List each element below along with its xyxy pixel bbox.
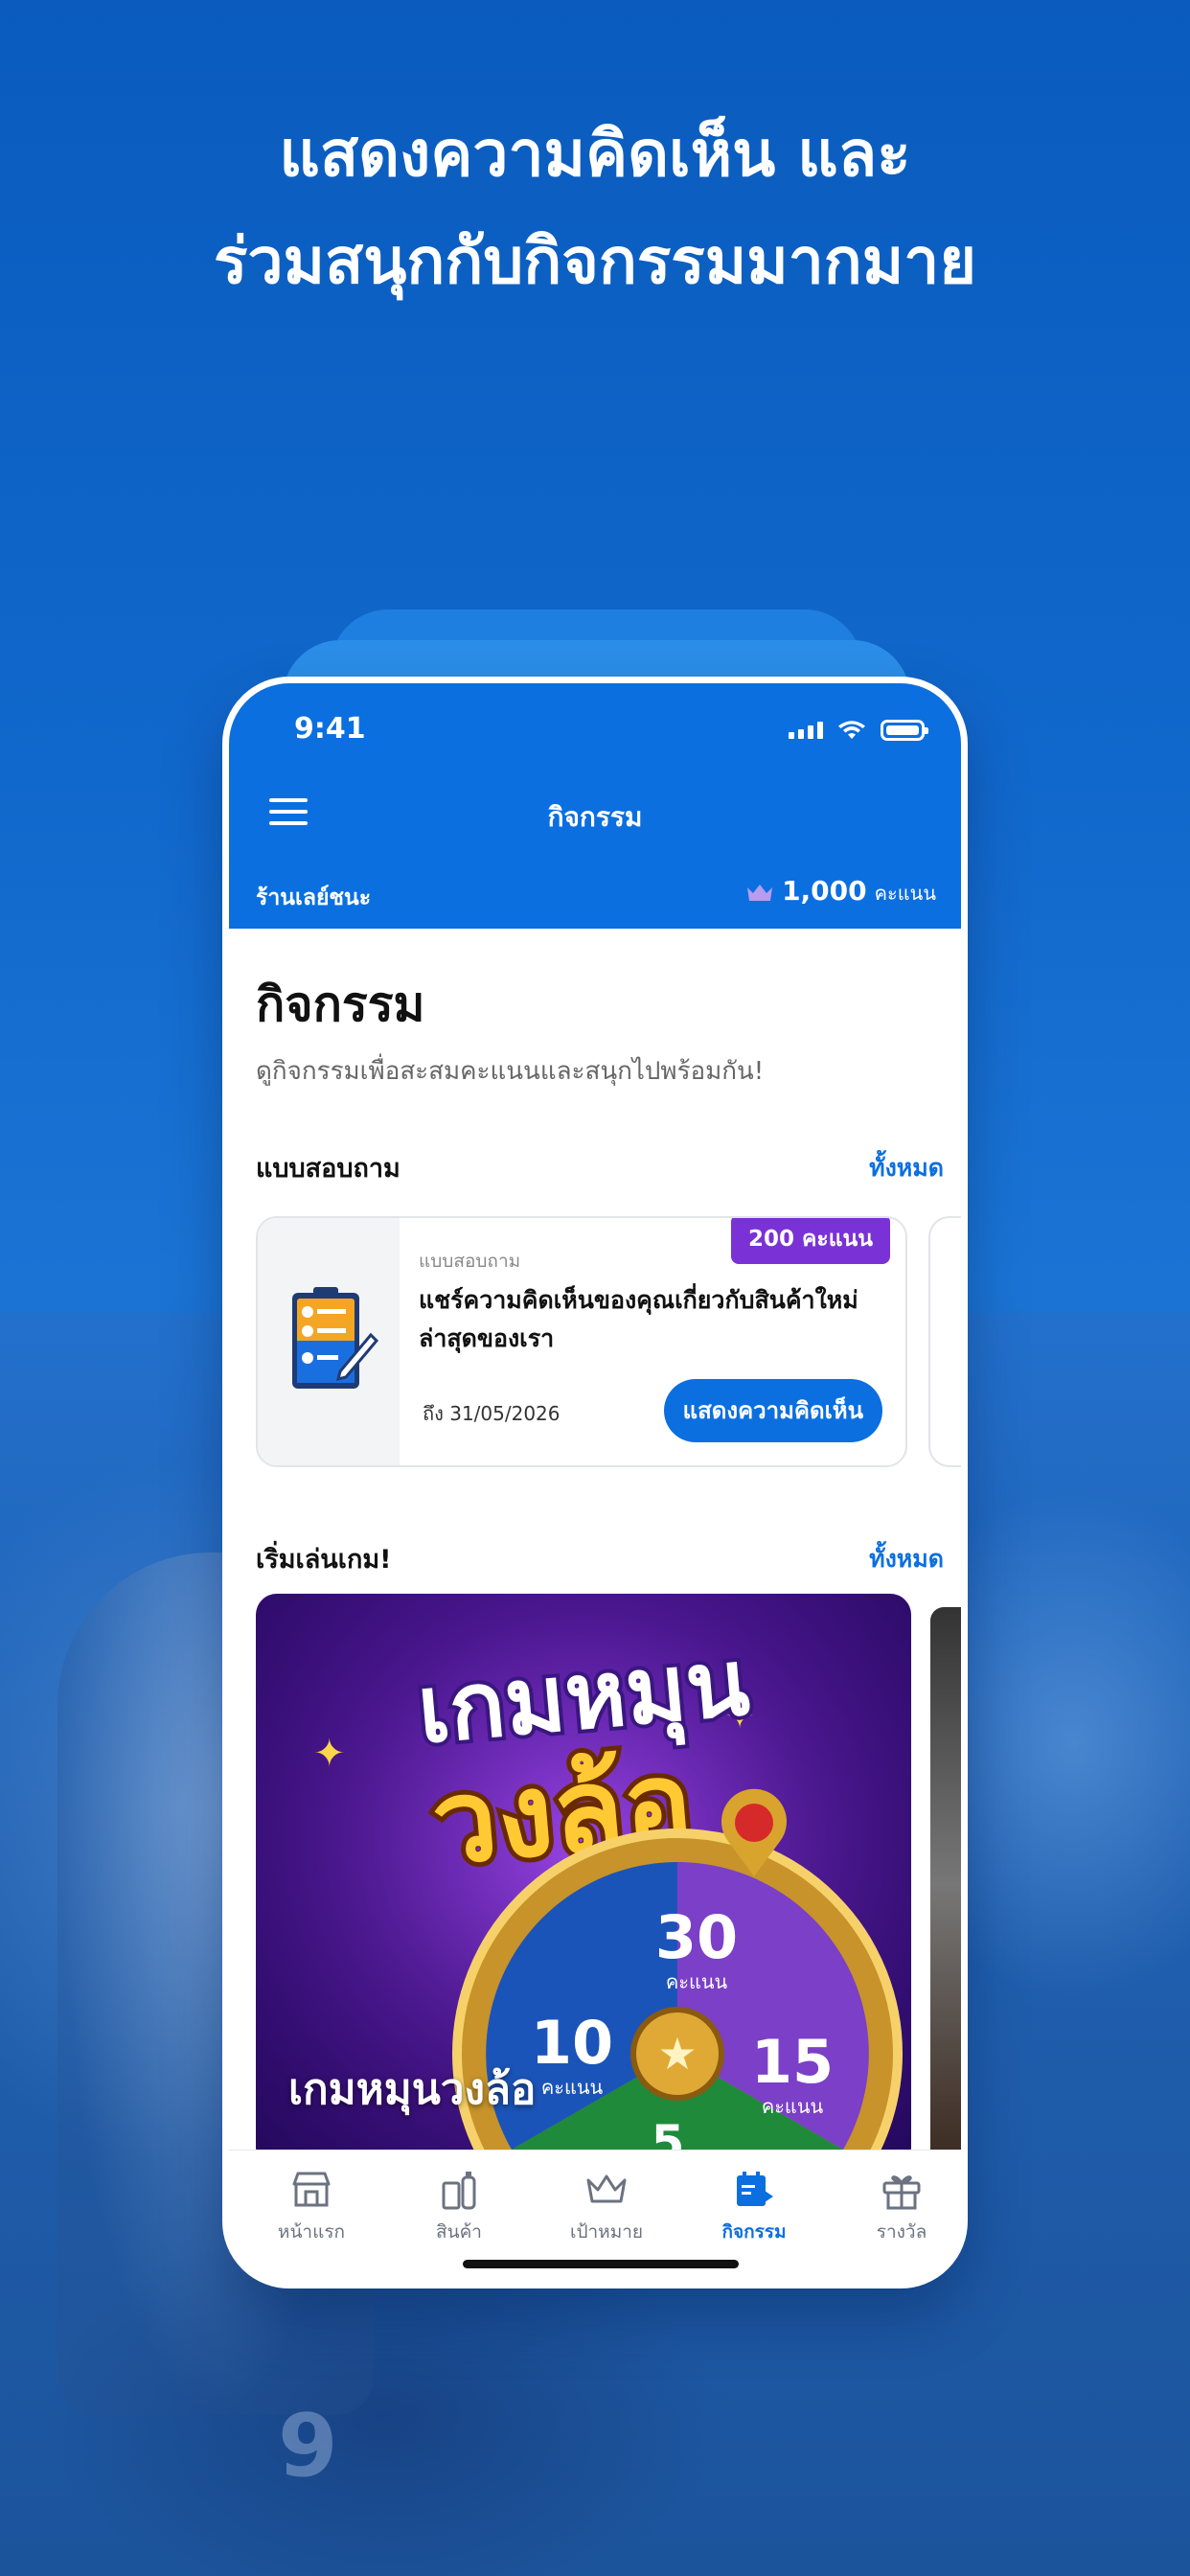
game-section-header: เริ่มเล่นเกม! ทั้งหมด: [256, 1538, 944, 1579]
tab-home[interactable]: หน้าแรก: [254, 2168, 369, 2246]
survey-section-header: แบบสอบถาม ทั้งหมด: [256, 1147, 944, 1188]
header-title: กิจกรรม: [547, 801, 643, 833]
give-feedback-button[interactable]: แสดงความคิดเห็น: [663, 1379, 882, 1442]
survey-tag: แบบสอบถาม: [419, 1251, 521, 1272]
points-display: 1,000 คะแนน: [745, 875, 936, 908]
wheel-value: 15: [751, 2027, 834, 2097]
survey-deadline: ถึง 31/05/2026: [423, 1402, 561, 1425]
marketing-headline: แสดงความคิดเห็น และ ร่วมสนุกกับกิจกรรมมา…: [0, 101, 1190, 315]
points-unit: คะแนน: [874, 882, 936, 905]
survey-thumbnail: [258, 1218, 400, 1465]
game-section-title: เริ่มเล่นเกม!: [256, 1545, 392, 1575]
game-see-all-link[interactable]: ทั้งหมด: [869, 1540, 944, 1578]
wheel-value: 30: [655, 1902, 738, 1972]
page-subtitle: ดูกิจกรรมเพื่อสะสมคะแนนและสนุกไปพร้อมกัน…: [256, 1057, 765, 1086]
game-card-label: เกมหมุนวงล้อ: [288, 2065, 537, 2114]
clipboard-icon: [292, 1287, 379, 1389]
headline-line-1: แสดงความคิดเห็น และ: [279, 117, 911, 191]
tab-goals[interactable]: เป้าหมาย: [549, 2168, 664, 2246]
status-time: 9:41: [294, 712, 366, 746]
wifi-icon: [838, 721, 865, 739]
star-icon: ✦: [313, 1732, 346, 1776]
wheel-unit: คะแนน: [666, 1970, 728, 1993]
crown-icon: [747, 884, 773, 901]
battery-icon: [881, 720, 928, 741]
wheel-unit: คะแนน: [762, 2095, 824, 2118]
tab-label: สินค้า: [436, 2221, 482, 2242]
app-header: 9:41 กิจกรรม ร้านเลย์ชนะ 1,000 คะแนน: [229, 683, 961, 929]
points-value: 1,000: [782, 875, 867, 907]
survey-description: แชร์ความคิดเห็นของคุณเกี่ยวกับสินค้าใหม่…: [419, 1286, 858, 1352]
phone-mockup: 9:41 กิจกรรม ร้านเลย์ชนะ 1,000 คะแนน กิจ…: [222, 677, 968, 2288]
survey-card[interactable]: 200 คะแนน แบบสอบถาม แชร์ความคิดเห็นของคุ…: [256, 1216, 907, 1467]
activity-icon: [737, 2172, 773, 2206]
gift-icon: [882, 2175, 921, 2210]
survey-see-all-link[interactable]: ทั้งหมด: [869, 1149, 944, 1187]
tab-rewards[interactable]: รางวัล: [844, 2168, 959, 2246]
tab-label: รางวัล: [876, 2221, 927, 2242]
wheel-unit: คะแนน: [541, 2076, 604, 2099]
home-indicator: [463, 2260, 739, 2268]
headline-line-2: ร่วมสนุกกับกิจกรรมมากมาย: [214, 224, 976, 298]
status-icons: [789, 720, 928, 741]
points-badge: 200 คะแนน: [730, 1218, 890, 1264]
next-survey-card-peek[interactable]: [928, 1216, 961, 1467]
survey-section-title: แบบสอบถาม: [256, 1154, 400, 1184]
tab-activities[interactable]: กิจกรรม: [697, 2168, 812, 2246]
page-title: กิจกรรม: [256, 977, 425, 1032]
tab-label: เป้าหมาย: [569, 2221, 644, 2242]
signal-icon: [789, 722, 823, 739]
wheel-center-star-icon: ★: [657, 2028, 697, 2080]
tab-label: กิจกรรม: [721, 2221, 787, 2242]
products-icon: [442, 2172, 476, 2210]
tab-products[interactable]: สินค้า: [401, 2168, 516, 2246]
store-icon: [292, 2172, 331, 2207]
jersey-number: 9: [278, 2396, 338, 2496]
next-game-card-peek[interactable]: [930, 1607, 961, 2163]
crown-icon: [586, 2174, 627, 2203]
spin-wheel-game-card[interactable]: ✦ ✦ เกมหมุน วงล้อ 30 คะแนน 10 คะแนน 15 ค…: [256, 1594, 911, 2169]
wheel-value: 10: [531, 2008, 613, 2078]
bottom-tab-bar: หน้าแรก สินค้า เป้าหมาย กิจกรรม รางวัล: [229, 2150, 961, 2282]
tab-label: หน้าแรก: [277, 2221, 346, 2242]
store-name: ร้านเลย์ชนะ: [256, 886, 372, 910]
